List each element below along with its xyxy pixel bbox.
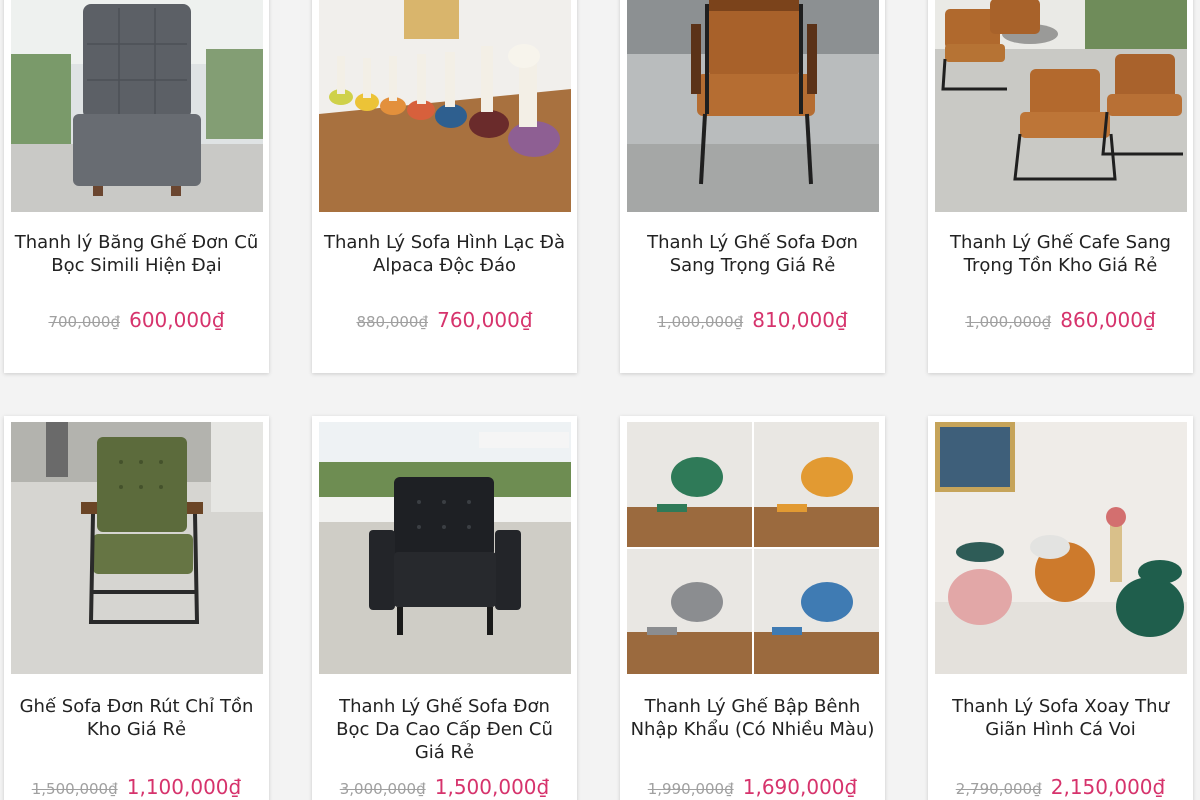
old-price: 1,990,000₫ <box>647 780 734 798</box>
green-tufted-chair-photo[interactable] <box>11 422 263 674</box>
product-title[interactable]: Thanh Lý Sofa Hình Lạc Đà Alpaca Độc Đáo <box>322 231 567 277</box>
product-title[interactable]: Ghế Sofa Đơn Rút Chỉ Tồn Kho Giá Rẻ <box>14 695 259 741</box>
price-line: 880,000₫ 760,000₫ <box>312 308 577 332</box>
product-card[interactable]: Thanh Lý Ghế Sofa Đơn Bọc Da Cao Cấp Đen… <box>312 416 577 800</box>
product-card[interactable]: Thanh lý Băng Ghế Đơn Cũ Bọc Simili Hiện… <box>4 0 269 373</box>
product-title[interactable]: Thanh Lý Ghế Cafe Sang Trọng Tồn Kho Giá… <box>938 231 1183 277</box>
price-line: 2,790,000₫ 2,150,000₫ <box>928 775 1193 799</box>
product-card[interactable]: Ghế Sofa Đơn Rút Chỉ Tồn Kho Giá Rẻ 1,50… <box>4 416 269 800</box>
whale-swivel-chairs-photo[interactable] <box>935 422 1187 674</box>
product-title[interactable]: Thanh Lý Ghế Sofa Đơn Sang Trọng Giá Rẻ <box>630 231 875 277</box>
product-card[interactable]: Thanh Lý Ghế Bập Bênh Nhập Khẩu (Có Nhiề… <box>620 416 885 800</box>
product-card[interactable]: Thanh Lý Sofa Xoay Thư Giãn Hình Cá Voi … <box>928 416 1193 800</box>
alpaca-stools-photo[interactable] <box>319 0 571 212</box>
brown-leather-armchair-photo[interactable] <box>627 0 879 212</box>
product-card[interactable]: Thanh Lý Ghế Sofa Đơn Sang Trọng Giá Rẻ … <box>620 0 885 373</box>
old-price: 880,000₫ <box>356 313 429 331</box>
old-price: 1,000,000₫ <box>657 313 744 331</box>
rocking-chairs-grid-photo[interactable] <box>627 422 879 674</box>
sale-price: 600,000₫ <box>129 308 225 332</box>
sale-price: 1,500,000₫ <box>434 775 550 799</box>
product-title[interactable]: Thanh lý Băng Ghế Đơn Cũ Bọc Simili Hiện… <box>14 231 259 277</box>
sale-price: 1,690,000₫ <box>742 775 858 799</box>
cafe-chairs-set-photo[interactable] <box>935 0 1187 212</box>
old-price: 1,500,000₫ <box>31 780 118 798</box>
product-title[interactable]: Thanh Lý Ghế Bập Bênh Nhập Khẩu (Có Nhiề… <box>630 695 875 741</box>
grey-armless-sofa-chair-photo[interactable] <box>11 0 263 212</box>
old-price: 700,000₫ <box>48 313 121 331</box>
sale-price: 810,000₫ <box>752 308 848 332</box>
product-title[interactable]: Thanh Lý Sofa Xoay Thư Giãn Hình Cá Voi <box>938 695 1183 741</box>
price-line: 1,990,000₫ 1,690,000₫ <box>620 775 885 799</box>
price-line: 1,500,000₫ 1,100,000₫ <box>4 775 269 799</box>
product-grid: Thanh lý Băng Ghế Đơn Cũ Bọc Simili Hiện… <box>0 0 1200 800</box>
product-card[interactable]: Thanh Lý Ghế Cafe Sang Trọng Tồn Kho Giá… <box>928 0 1193 373</box>
sale-price: 760,000₫ <box>437 308 533 332</box>
price-line: 1,000,000₫ 860,000₫ <box>928 308 1193 332</box>
product-card[interactable]: Thanh Lý Sofa Hình Lạc Đà Alpaca Độc Đáo… <box>312 0 577 373</box>
old-price: 1,000,000₫ <box>965 313 1052 331</box>
price-line: 1,000,000₫ 810,000₫ <box>620 308 885 332</box>
product-title[interactable]: Thanh Lý Ghế Sofa Đơn Bọc Da Cao Cấp Đen… <box>322 695 567 764</box>
old-price: 2,790,000₫ <box>955 780 1042 798</box>
price-line: 700,000₫ 600,000₫ <box>4 308 269 332</box>
sale-price: 860,000₫ <box>1060 308 1156 332</box>
price-line: 3,000,000₫ 1,500,000₫ <box>312 775 577 799</box>
black-leather-sofa-photo[interactable] <box>319 422 571 674</box>
sale-price: 1,100,000₫ <box>126 775 242 799</box>
sale-price: 2,150,000₫ <box>1050 775 1166 799</box>
old-price: 3,000,000₫ <box>339 780 426 798</box>
